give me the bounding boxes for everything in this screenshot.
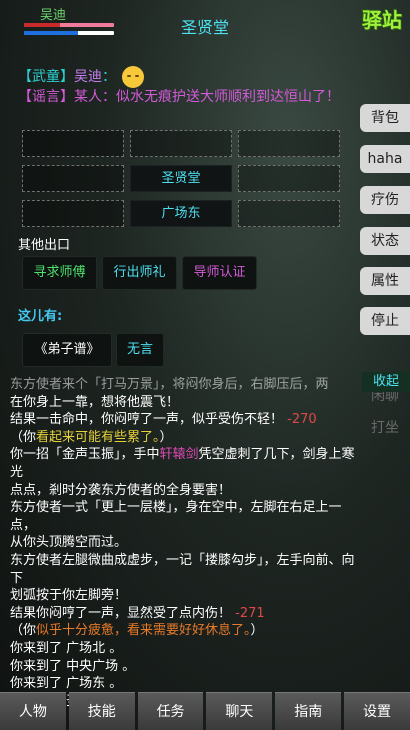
smiley-icon bbox=[122, 66, 144, 88]
damage-value: -271 bbox=[235, 605, 265, 621]
map-cell-sw bbox=[22, 200, 124, 227]
badge-colon: ： bbox=[102, 69, 116, 85]
nav-quests[interactable]: 任务 bbox=[137, 692, 204, 730]
weapon-name: 轩辕剑 bbox=[159, 447, 199, 463]
log-line: 东方使者来个「打马万景」，将闷你身后，右脚压后，两 bbox=[10, 377, 329, 392]
badge-prefix: 【武童】 bbox=[18, 69, 74, 85]
log-line: 结果一击命中，你闷哼了一声，似乎受伤不轻！ -270 bbox=[10, 412, 317, 428]
map-cell-ne bbox=[238, 130, 340, 157]
map-cell-se bbox=[238, 200, 340, 227]
map-cell-nw bbox=[22, 130, 124, 157]
map-cell-current: 圣贤堂 bbox=[130, 165, 232, 192]
badge-message: 【武童】吴迪： bbox=[18, 66, 144, 88]
log-line: 结果你闷哼了一声，显然受了点内伤！ -271 bbox=[10, 605, 265, 621]
nav-chat[interactable]: 聊天 bbox=[206, 692, 273, 730]
app-logo[interactable]: 驿站 bbox=[362, 4, 402, 33]
exit-button-graduate[interactable]: 行出师礼 bbox=[102, 256, 177, 290]
meditate-button[interactable]: 打坐 bbox=[360, 414, 410, 442]
npc-wuyan[interactable]: 无言 bbox=[116, 333, 164, 367]
nav-character[interactable]: 人物 bbox=[0, 692, 66, 730]
item-disciple-book[interactable]: 《弟子谱》 bbox=[22, 333, 112, 367]
log-line: 从你头顶腾空而过。 bbox=[10, 535, 128, 551]
map-cell-n bbox=[130, 130, 232, 157]
damage-value: -270 bbox=[287, 412, 317, 428]
log-line: 你一招「金声玉振」，手中轩辕剑凭空虚刺了几下，剑身上寒光 bbox=[10, 447, 355, 480]
log-line: 你来到了 广场东 。 bbox=[10, 676, 123, 692]
log-line: 在你身上一靠，想将他震飞！ bbox=[10, 394, 180, 410]
nav-guide[interactable]: 指南 bbox=[275, 692, 342, 730]
rumor-message: 【谣言】某人：似水无痕护送大师顺利到达恒山了！ bbox=[18, 89, 340, 105]
nav-settings[interactable]: 设置 bbox=[344, 692, 410, 730]
status-header: 吴迪 圣贤堂 驿站 bbox=[0, 0, 410, 44]
log-line: 东方使者一式「更上一层楼」，身在空中，左脚在右足上一点， bbox=[10, 500, 342, 533]
heal-button[interactable]: 疗伤 bbox=[360, 186, 410, 214]
status-button[interactable]: 状态 bbox=[360, 227, 410, 255]
map-cell-w bbox=[22, 165, 124, 192]
log-line: 你来到了 广场北 。 bbox=[10, 640, 123, 656]
bottom-nav: 人物 技能 任务 聊天 指南 设置 bbox=[0, 692, 410, 730]
exits-label: 其他出口 bbox=[18, 238, 71, 253]
log-line: 你来到了 中央广场 。 bbox=[10, 658, 136, 674]
inventory-button[interactable]: 背包 bbox=[360, 104, 410, 132]
map-exit-south[interactable]: 广场东 bbox=[130, 200, 232, 227]
collapse-button[interactable]: 收起 bbox=[362, 372, 410, 392]
haha-button[interactable]: haha bbox=[360, 145, 410, 173]
log-line: 点点，剎时分袭东方使者的全身要害！ bbox=[10, 482, 232, 498]
message-log: 东方使者来个「打马万景」，将闷你身后，右脚压后，两 在你身上一靠，想将他震飞！ … bbox=[10, 376, 355, 710]
attributes-button[interactable]: 属性 bbox=[360, 267, 410, 295]
room-title: 圣贤堂 bbox=[180, 18, 229, 37]
exit-button-mentor-cert[interactable]: 导师认证 bbox=[182, 256, 257, 290]
log-line: 东方使者左腿微曲成虚步，一记「搂膝勾步」，左手向前、向下 bbox=[10, 552, 355, 586]
log-line: （你似乎十分疲惫，看来需要好好休息了。） bbox=[10, 623, 264, 639]
here-label: 这儿有: bbox=[18, 309, 63, 324]
exit-button-find-master[interactable]: 寻求师傅 bbox=[22, 256, 97, 290]
nav-skills[interactable]: 技能 bbox=[68, 692, 135, 730]
badge-player-name[interactable]: 吴迪 bbox=[74, 69, 102, 85]
stop-button[interactable]: 停止 bbox=[360, 307, 410, 335]
log-line: （你看起来可能有些累了。） bbox=[10, 429, 173, 445]
log-line: 划弧按于你左脚旁！ bbox=[10, 588, 128, 604]
map-cell-e bbox=[238, 165, 340, 192]
